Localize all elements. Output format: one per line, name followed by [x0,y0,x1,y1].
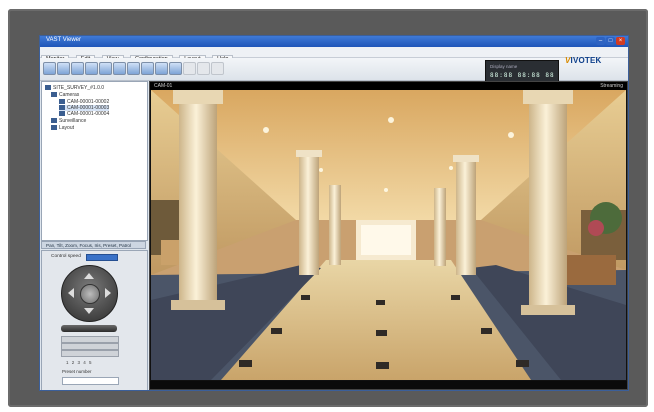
settings-icon[interactable] [169,62,182,75]
preset-input[interactable] [62,377,119,385]
disabled-tool-icon [211,62,224,75]
sequence-icon[interactable] [155,62,168,75]
disabled-tool-icon [197,62,210,75]
speed-label: Control speed [51,254,81,259]
arrow-left-icon[interactable] [63,288,74,298]
preset-control[interactable] [61,350,119,357]
fullscreen-icon[interactable] [99,62,112,75]
maximize-button[interactable]: □ [606,37,615,45]
arrow-down-icon[interactable] [84,308,94,319]
record-icon[interactable] [127,62,140,75]
home-button[interactable] [80,284,100,304]
menu-bar: Monitor Edit View Configuration Layout H… [40,47,628,64]
folder-icon [51,92,57,98]
minimize-button[interactable]: – [596,37,605,45]
camera-icon [59,105,65,111]
layout-4-icon[interactable] [57,62,70,75]
time-display-value: 88:88 88:88 88 [490,72,555,79]
zoom-control[interactable] [61,325,117,332]
focus-control[interactable] [61,336,119,343]
toolbar: Display name 88:88 88:88 88 [40,58,628,86]
camera-feed-image [151,90,626,380]
video-header: CAM-01 Streaming [150,82,627,90]
snapshot-icon[interactable] [113,62,126,75]
video-viewport[interactable]: CAM-01 Streaming [149,81,628,390]
tree-item-camera[interactable]: CAM-00001-00004 [59,111,109,117]
speed-slider[interactable] [86,254,118,261]
close-button[interactable]: × [616,37,625,45]
layout-1-icon[interactable] [43,62,56,75]
preset-label: Preset number [62,369,92,374]
tree-item-layout[interactable]: Layout [51,125,74,131]
tree-item-cameras[interactable]: Cameras [51,92,79,98]
vivotek-logo: VIVOTEK [565,56,602,65]
layout-16-icon[interactable] [85,62,98,75]
preset-numbers[interactable]: 1 2 3 4 5 [66,360,93,365]
video-footer [150,381,627,389]
window-title: VAST Viewer [46,37,82,43]
arrow-up-icon[interactable] [84,268,94,279]
server-icon [45,85,51,91]
playback-icon[interactable] [141,62,154,75]
layout-9-icon[interactable] [71,62,84,75]
tree-item-surveillance[interactable]: Surveillance [51,118,86,124]
tree-item-site[interactable]: SITE_SURVEY_#1.0.0 [45,85,104,91]
camera-icon [59,99,65,105]
time-display-label: Display name [490,64,518,69]
camera-name: CAM-01 [154,83,173,89]
ptz-directional-pad[interactable] [61,265,118,322]
device-tree: SITE_SURVEY_#1.0.0 Cameras CAM-00001-000… [41,81,148,241]
arrow-right-icon[interactable] [105,288,116,298]
iris-control[interactable] [61,343,119,350]
folder-icon [51,125,57,131]
stream-status: Streaming [600,83,623,89]
folder-icon [51,118,57,124]
ptz-panel: Control speed 1 2 3 4 5 Preset number [41,250,148,390]
camera-icon [59,111,65,117]
app-window: VAST Viewer – □ × Monitor Edit View Conf… [39,35,629,391]
title-bar: VAST Viewer – □ × [40,36,628,47]
disabled-tool-icon [183,62,196,75]
ptz-panel-header: Pan, Tilt, Zoom, Focus, Iris, Preset, Pa… [41,241,146,249]
